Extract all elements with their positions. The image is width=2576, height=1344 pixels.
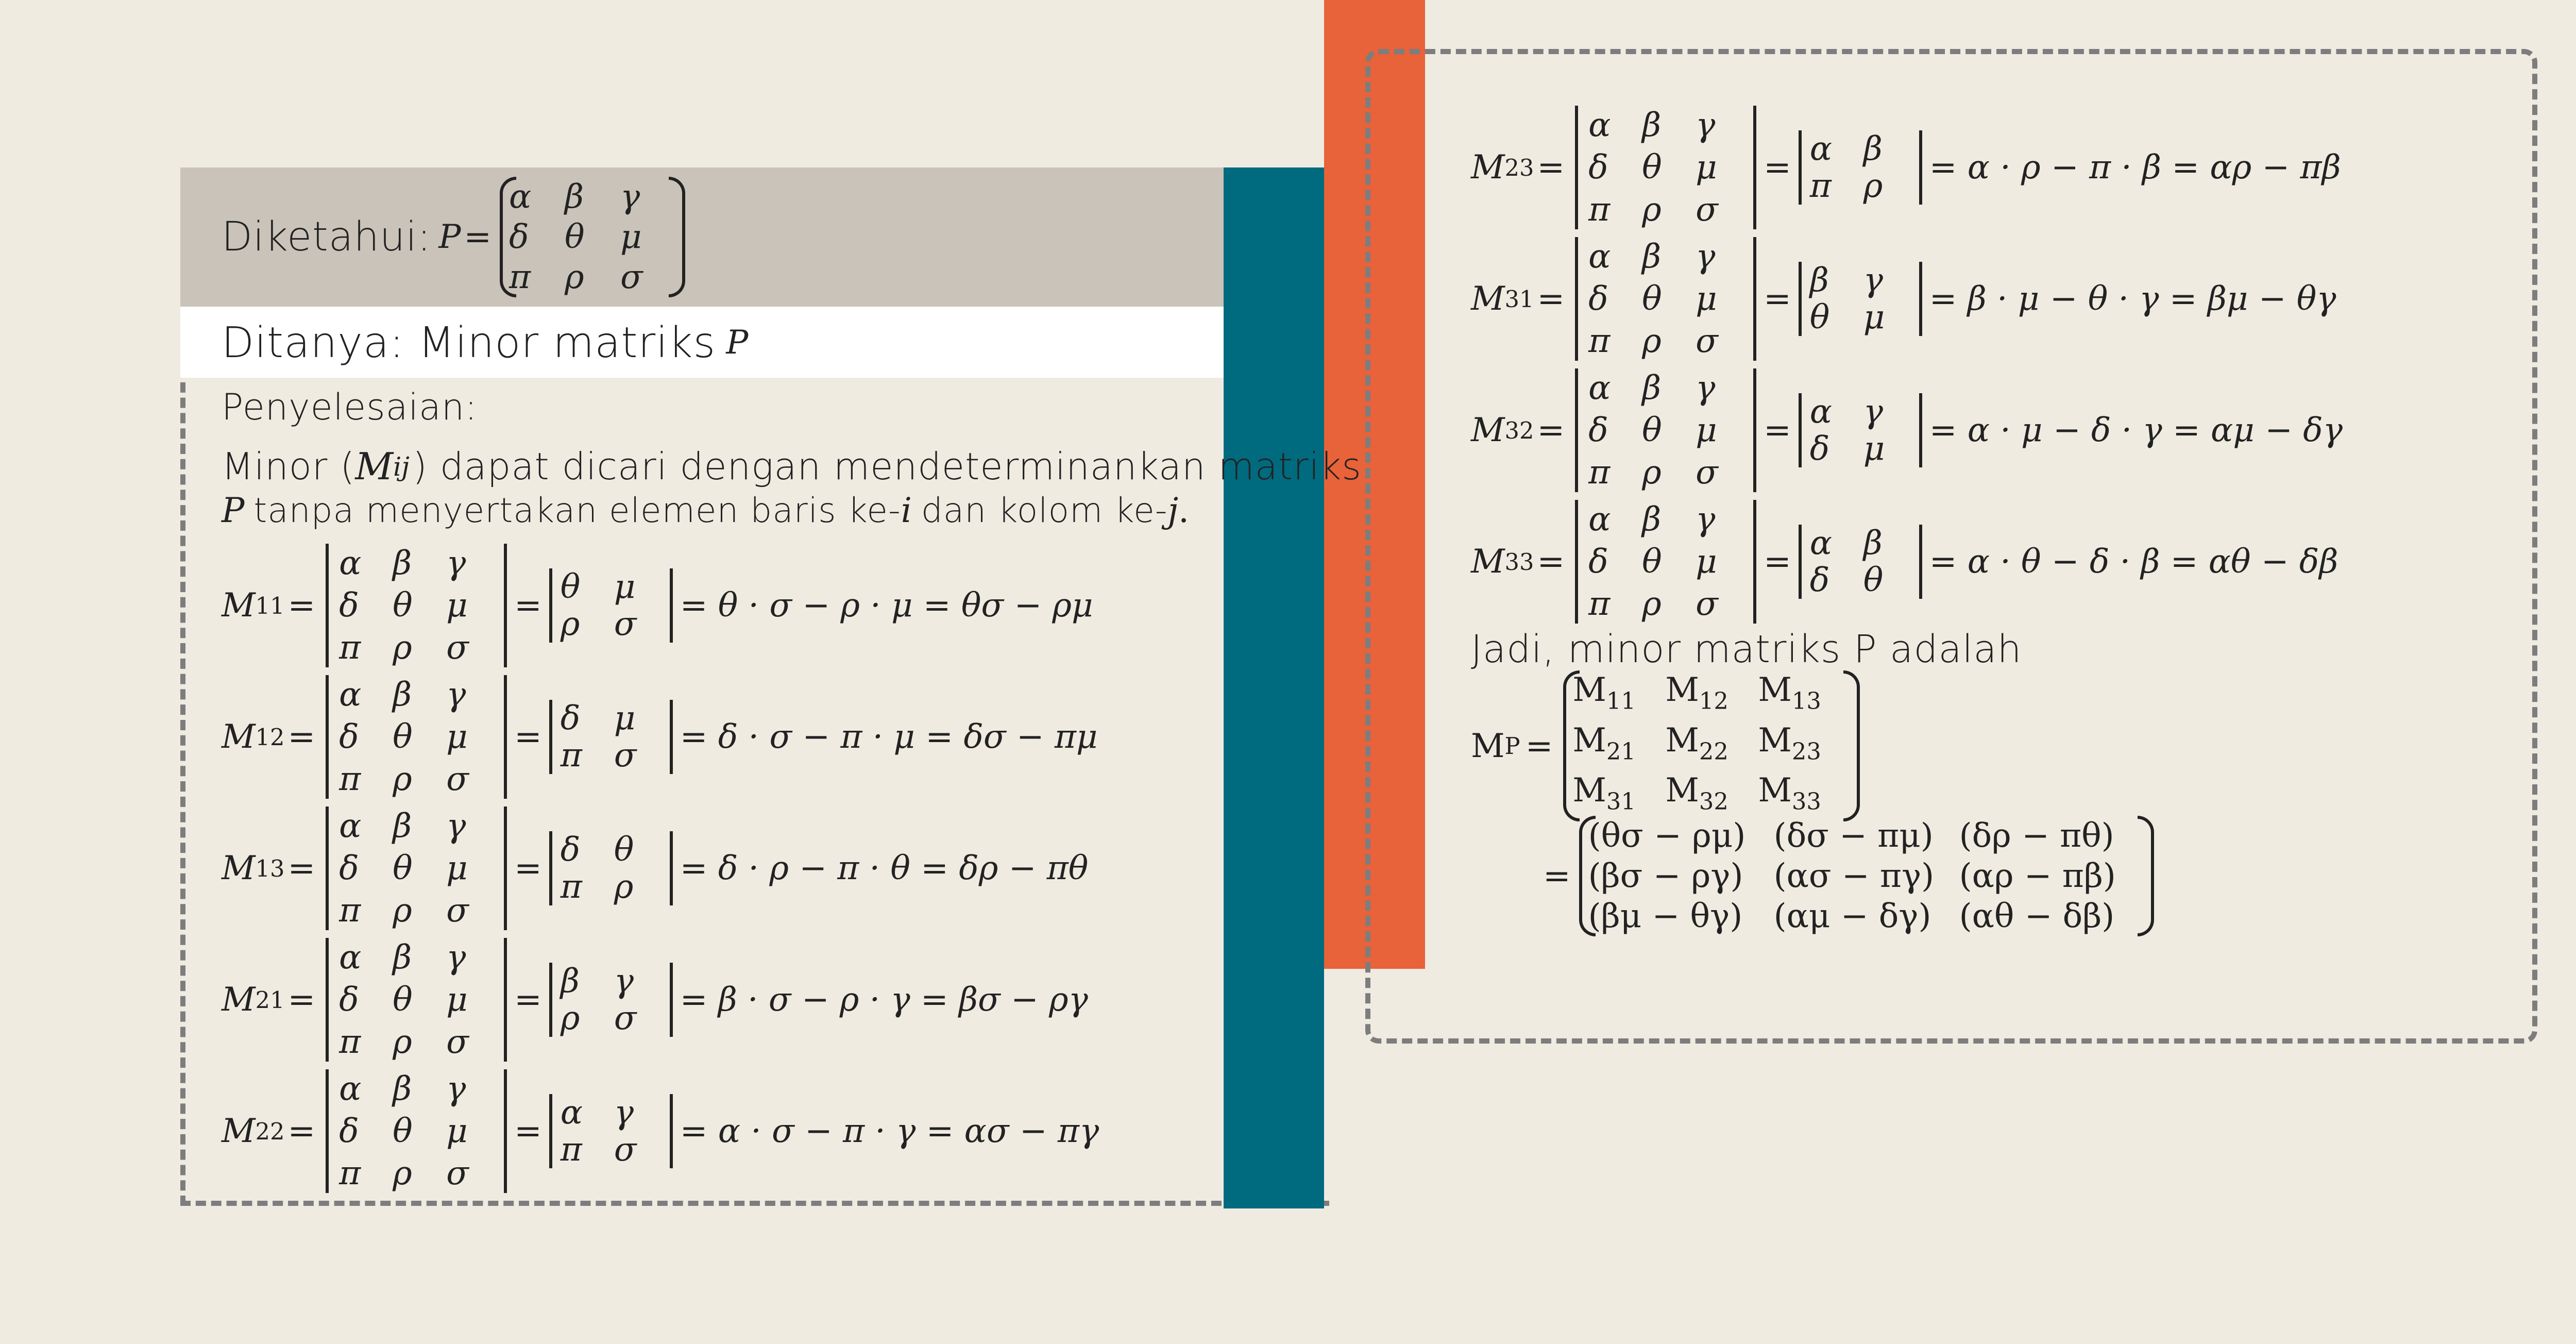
minor-row-12: M 12 = α β γ δ θ μ π ρ σ = δ μ π σ = δ · σ − π · μ = δσ −… xyxy=(222,675,1098,799)
minor-expansion: = δ · σ − π · μ = δσ − πμ xyxy=(680,718,1098,756)
minor-row-11: M 11 = α β γ δ θ μ π ρ σ = θ μ ρ σ = θ · σ − ρ · μ = θσ −… xyxy=(222,544,1093,667)
given-matrix-name: P xyxy=(438,218,461,256)
minor-row-31: M 31 = α β γ δ θ μ π ρ σ = β γ θ μ = β · μ − θ · γ = βμ −… xyxy=(1471,237,2336,361)
minor-symbol: M xyxy=(222,586,256,625)
full-determinant: αβγδθμπρσ xyxy=(326,544,507,667)
solution-line-1: Minor ( Mij ) dapat dicari dengan mendet… xyxy=(222,445,1362,488)
minor-determinant: βγρσ xyxy=(549,963,673,1037)
full-determinant: αβγδθμπρσ xyxy=(1575,237,1757,361)
full-determinant: αβγδθμπρσ xyxy=(326,938,507,1062)
minor-row-13: M 13 = α β γ δ θ μ π ρ σ = δ θ π ρ = δ · ρ − π · θ = δρ −… xyxy=(222,807,1089,930)
minor-symbol: M xyxy=(1471,280,1505,318)
minor-determinant: δθπρ xyxy=(549,831,673,905)
minor-expansion: = α · μ − δ · γ = αμ − δγ xyxy=(1929,411,2343,449)
minor-determinant: θμρσ xyxy=(549,568,673,643)
minor-symbol: M xyxy=(1471,543,1505,581)
conclusion-symbolic: MP = M11 M12 M13 M21 M22 M23 M31 M32 M33 xyxy=(1471,670,1865,822)
minor-symbol-cell: M11 xyxy=(1572,671,1636,715)
full-determinant: αβγδθμπρσ xyxy=(1575,368,1757,492)
full-determinant: αβγδθμπρσ xyxy=(326,675,507,799)
minor-expansion: = θ · σ − ρ · μ = θσ − ρμ xyxy=(680,586,1093,625)
asked-label: Ditanya: Minor matriks xyxy=(222,318,716,367)
minor-result-cell: (αθ − δβ) xyxy=(1959,897,2115,935)
full-determinant: αβγδθμπρσ xyxy=(1575,106,1757,229)
minor-symbol: M xyxy=(222,718,256,756)
minor-result-cell: (βμ − θγ) xyxy=(1588,897,1743,935)
minor-expansion: = α · ρ − π · β = αρ − πβ xyxy=(1929,148,2341,187)
minor-result-cell: (αμ − δγ) xyxy=(1773,897,1931,935)
minor-result-cell: (βσ − ργ) xyxy=(1588,857,1743,895)
minor-expansion: = α · σ − π · γ = ασ − πγ xyxy=(680,1112,1099,1150)
minor-result-cell: (δσ − πμ) xyxy=(1773,817,1934,855)
minor-row-21: M 21 = α β γ δ θ μ π ρ σ = β γ ρ σ = β · σ − ρ · γ = βσ −… xyxy=(222,938,1088,1062)
minor-expansion: = β · σ − ρ · γ = βσ − ργ xyxy=(680,981,1088,1019)
full-determinant: αβγδθμπρσ xyxy=(326,1069,507,1193)
minor-result-cell: (ασ − πγ) xyxy=(1773,857,1935,895)
minor-symbol-cell: M23 xyxy=(1758,721,1821,765)
minor-determinant: αβπρ xyxy=(1798,130,1922,205)
minor-symbol: M xyxy=(222,981,256,1019)
minor-symbol-cell: M21 xyxy=(1572,721,1636,765)
minor-expansion: = δ · ρ − π · θ = δρ − πθ xyxy=(680,849,1089,887)
minor-symbol: M xyxy=(1471,148,1505,187)
minor-result-cell: (δρ − πθ) xyxy=(1959,817,2114,855)
minor-determinant: αγδμ xyxy=(1798,393,1922,467)
minor-symbol-cell: M22 xyxy=(1665,721,1728,765)
solution-line-2: P tanpa menyertakan elemen baris ke- i d… xyxy=(222,490,1190,530)
minor-symbol-cell: M12 xyxy=(1665,671,1728,715)
minor-symbol: M xyxy=(222,849,256,887)
equals-sign: = xyxy=(464,218,492,256)
full-determinant: αβγδθμπρσ xyxy=(326,807,507,930)
minor-determinant: αβδθ xyxy=(1798,525,1922,599)
given-matrix: αβγ δθμ πρσ xyxy=(500,177,685,297)
minor-result-cell: (θσ − ρμ) xyxy=(1588,817,1746,855)
teal-accent-bar xyxy=(1224,167,1324,1208)
minor-result-cell: (αρ − πβ) xyxy=(1959,857,2116,895)
conclusion-text: Jadi, minor matriks P adalah xyxy=(1471,627,2022,671)
minor-determinant: δμπσ xyxy=(549,700,673,774)
minor-symbol: M xyxy=(1471,411,1505,449)
minor-symbol-matrix: M11 M12 M13 M21 M22 M23 M31 M32 M33 xyxy=(1563,670,1860,822)
given-statement: Diketahui: P = αβγ δθμ πρσ xyxy=(222,175,690,299)
minor-determinant: αγπσ xyxy=(549,1094,673,1168)
full-determinant: αβγδθμπρσ xyxy=(1575,500,1757,624)
minor-row-22: M 22 = α β γ δ θ μ π ρ σ = α γ π σ = α · σ − π · γ = ασ −… xyxy=(222,1069,1099,1193)
minor-symbol-cell: M13 xyxy=(1758,671,1821,715)
minor-result-matrix: (θσ − ρμ) (δσ − πμ) (δρ − πθ) (βσ − ργ) (ασ … xyxy=(1579,816,2154,936)
asked-variable: P xyxy=(726,324,749,362)
minor-row-32: M 32 = α β γ δ θ μ π ρ σ = α γ δ μ = α · μ − δ · γ = αμ −… xyxy=(1471,368,2343,492)
minor-symbol: M xyxy=(222,1112,256,1150)
minor-expansion: = β · μ − θ · γ = βμ − θγ xyxy=(1929,280,2336,318)
conclusion-result: = (θσ − ρμ) (δσ − πμ) (δρ − πθ) (βσ − ργ) (α… xyxy=(1543,812,2159,940)
solution-heading: Penyelesaian: xyxy=(222,386,478,428)
minor-row-23: M 23 = α β γ δ θ μ π ρ σ = α β π ρ = α · ρ − π · β = αρ −… xyxy=(1471,106,2341,229)
minor-expansion: = α · θ − δ · β = αθ − δβ xyxy=(1929,543,2338,581)
asked-statement: Ditanya: Minor matriks P xyxy=(222,312,748,374)
minor-row-33: M 33 = α β γ δ θ μ π ρ σ = α β δ θ = α · θ − δ · β = αθ −… xyxy=(1471,500,2338,624)
given-label: Diketahui: xyxy=(222,214,432,260)
minor-determinant: βγθμ xyxy=(1798,262,1922,336)
